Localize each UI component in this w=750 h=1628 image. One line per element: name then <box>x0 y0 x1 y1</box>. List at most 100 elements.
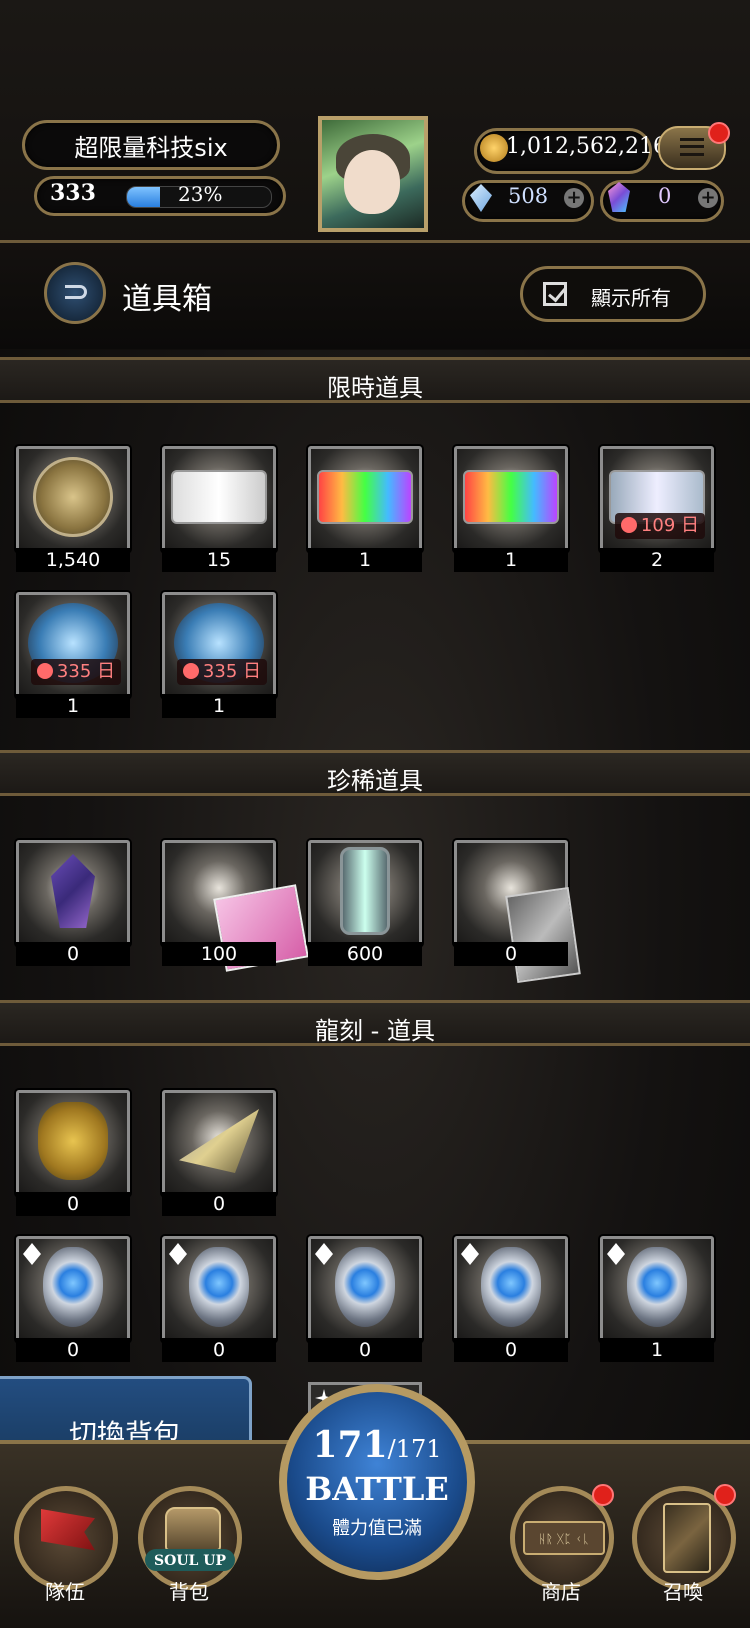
item-count: 1 <box>162 694 276 718</box>
player-avatar[interactable] <box>318 116 428 232</box>
inventory-item[interactable]: 0 <box>454 1236 568 1362</box>
section-title: 龍刻 - 道具 <box>315 1017 435 1045</box>
team-button[interactable] <box>14 1486 118 1590</box>
stamina-value: 171/171 <box>287 1424 467 1466</box>
battle-button[interactable]: 171/171 BATTLE 體力值已滿 <box>279 1384 475 1580</box>
back-arrow-icon <box>65 285 87 299</box>
item-count: 600 <box>308 942 422 966</box>
inventory-item[interactable]: 0 <box>16 1236 130 1362</box>
inventory-item[interactable]: 1 <box>308 446 422 572</box>
inventory-item[interactable]: 0 <box>454 840 581 984</box>
inventory-item[interactable]: 0 <box>16 840 130 966</box>
inventory-item[interactable]: 0 <box>308 1236 422 1362</box>
item-count: 0 <box>16 1192 130 1216</box>
blue-orb-icon <box>335 1247 395 1327</box>
item-frame <box>308 446 422 552</box>
shop-notification-dot <box>592 1484 614 1506</box>
summon-label: 召喚 <box>663 1580 703 1604</box>
white-ticket-icon <box>171 470 267 524</box>
back-button[interactable] <box>44 262 106 324</box>
inventory-item[interactable]: 15 <box>162 446 276 572</box>
item-frame <box>162 446 276 552</box>
add-crystal-button[interactable]: + <box>698 188 718 208</box>
inventory-item[interactable]: 0 <box>16 1090 130 1216</box>
page-title: 道具箱 <box>122 282 212 317</box>
inventory-item[interactable]: 335 日 1 <box>16 592 130 718</box>
clock-icon <box>182 663 199 679</box>
exp-percent: 23% <box>178 182 223 206</box>
item-frame <box>308 1236 422 1342</box>
coin-count: 1,012,562,216 <box>506 134 667 159</box>
item-count: 0 <box>454 1338 568 1362</box>
square-marker-icon <box>461 1243 479 1265</box>
chest-icon <box>165 1507 221 1551</box>
item-count: 1,540 <box>16 548 130 572</box>
item-frame <box>162 1236 276 1342</box>
item-frame: 109 日 <box>600 446 714 552</box>
inventory-item[interactable]: 1 <box>600 1236 714 1362</box>
item-frame <box>454 840 581 984</box>
inventory-item[interactable]: 0 <box>162 1090 276 1216</box>
item-count: 0 <box>162 1192 276 1216</box>
inventory-item[interactable]: 100 <box>162 840 309 972</box>
inventory-item[interactable]: 335 日 1 <box>162 592 276 718</box>
rainbow-ticket-icon <box>317 470 413 524</box>
inventory-item[interactable]: 1,540 <box>16 446 130 572</box>
stamina-status: 體力值已滿 <box>332 1518 422 1539</box>
item-count: 2 <box>600 548 714 572</box>
item-frame <box>454 1236 568 1342</box>
soul-up-badge: SOUL UP <box>145 1549 235 1571</box>
item-frame <box>16 1090 130 1196</box>
item-count: 100 <box>162 942 276 966</box>
gem-count: 508 <box>508 184 549 208</box>
item-frame <box>454 446 568 552</box>
coin-medal-icon <box>33 457 113 537</box>
show-all-label: 顯示所有 <box>591 286 671 310</box>
clock-icon <box>36 663 53 679</box>
item-frame <box>162 1090 276 1196</box>
energy-tube-icon <box>340 847 390 935</box>
inventory-item[interactable]: 0 <box>162 1236 276 1362</box>
item-count: 0 <box>308 1338 422 1362</box>
battle-label: BATTLE <box>305 1470 449 1508</box>
item-count: 0 <box>16 942 130 966</box>
item-timer: 109 日 <box>614 513 705 539</box>
horn-icon <box>179 1109 259 1173</box>
item-count: 1 <box>454 548 568 572</box>
bag-button[interactable]: SOUL UP <box>138 1486 242 1590</box>
stamina-current: 171 <box>312 1424 388 1466</box>
blue-orb-icon <box>43 1247 103 1327</box>
inventory-item[interactable]: 1 <box>454 446 568 572</box>
summon-notification-dot <box>714 1484 736 1506</box>
rainbow-ticket-portrait-icon <box>463 470 559 524</box>
blue-orb-icon <box>189 1247 249 1327</box>
item-count: 0 <box>162 1338 276 1362</box>
inventory-item[interactable]: 600 <box>308 840 422 966</box>
show-all-toggle[interactable]: 顯示所有 <box>520 266 706 322</box>
item-count: 1 <box>16 694 130 718</box>
item-count: 0 <box>16 1338 130 1362</box>
item-frame <box>600 1236 714 1342</box>
player-level: 333 <box>50 180 96 206</box>
item-timer: 335 日 <box>176 659 267 685</box>
oval-marker-icon <box>315 1243 333 1265</box>
clock-icon <box>620 517 637 533</box>
section-header-rare: 珍稀道具 <box>0 750 750 796</box>
blue-orb-icon <box>481 1247 541 1327</box>
summon-card-icon <box>663 1503 711 1573</box>
item-frame <box>16 840 130 946</box>
item-frame <box>16 446 130 552</box>
section-header-limited: 限時道具 <box>0 357 750 403</box>
add-gem-button[interactable]: + <box>564 188 584 208</box>
section-title: 限時道具 <box>327 374 423 402</box>
item-frame <box>16 1236 130 1342</box>
exp-bar-fill <box>127 187 161 207</box>
item-count: 1 <box>308 548 422 572</box>
soul-up-text: SOUL UP <box>154 1553 226 1569</box>
purple-crystal-icon <box>51 854 95 928</box>
inventory-item[interactable]: 109 日 2 <box>600 446 714 572</box>
section-header-dragon: 龍刻 - 道具 <box>0 1000 750 1046</box>
red-flag-icon <box>41 1509 95 1551</box>
diamond-marker-icon <box>23 1243 41 1265</box>
shop-sign-text: ᚺᚱ ᚷᛈ ᚲᚳ <box>538 1532 590 1546</box>
